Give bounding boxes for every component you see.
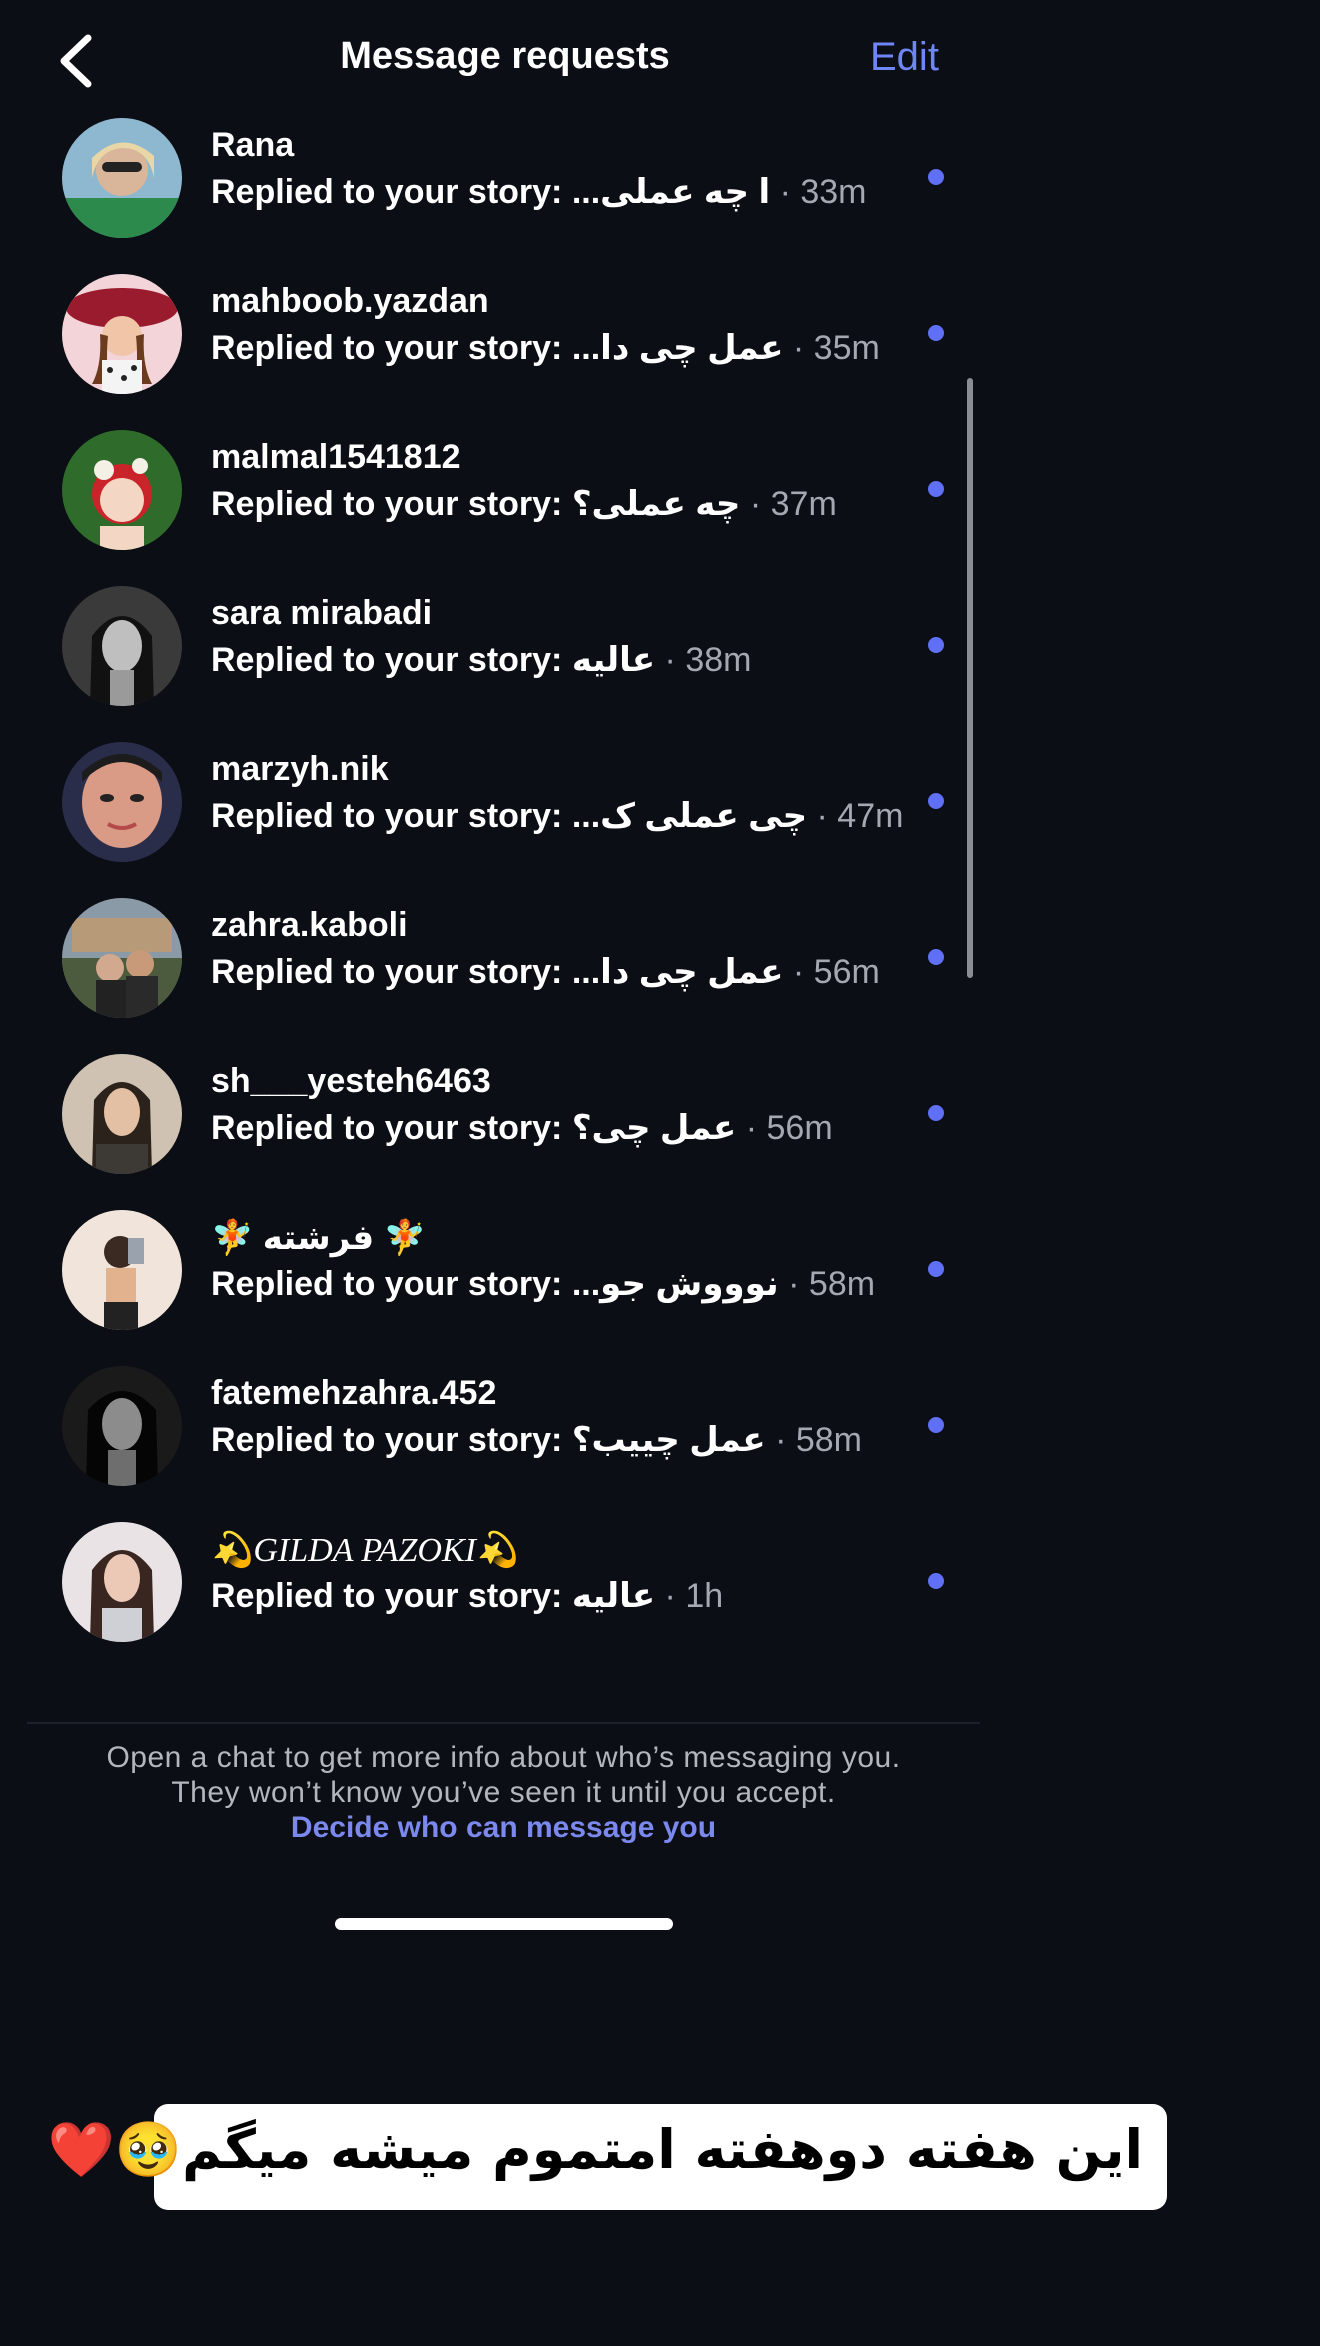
- edit-button[interactable]: Edit: [870, 35, 939, 80]
- caption-sticker: این هفته دوهفته امتموم میشه میگم🥹❤️: [48, 2104, 1167, 2210]
- footer-info-line-1: Open a chat to get more info about who’s…: [106, 1741, 901, 1774]
- avatar[interactable]: [62, 1054, 182, 1174]
- unread-dot: [928, 1261, 944, 1277]
- preview-time: · 37m: [749, 485, 837, 523]
- avatar[interactable]: [62, 274, 182, 394]
- request-username: malmal1541812: [211, 438, 461, 476]
- request-row[interactable]: Rana Replied to your story: ا چه عملی... …: [0, 100, 975, 256]
- request-username: Rana: [211, 126, 295, 164]
- preview-message: چه عملی؟: [571, 485, 741, 523]
- avatar[interactable]: [62, 1366, 182, 1486]
- preview-time: · 1h: [664, 1577, 724, 1615]
- request-username: sh___yesteh6463: [211, 1062, 491, 1100]
- scrollbar[interactable]: [967, 378, 973, 978]
- request-preview: Replied to your story: نوووش جو... · 58m: [211, 1264, 875, 1304]
- avatar[interactable]: [62, 1210, 182, 1330]
- preview-message: عمل چی؟: [571, 1109, 737, 1147]
- footer-info-line-2: They won’t know you’ve seen it until you…: [171, 1776, 836, 1809]
- preview-prefix: Replied to your story:: [211, 173, 563, 211]
- preview-time: · 58m: [788, 1265, 876, 1303]
- header-bar: Message requests Edit: [0, 0, 1000, 110]
- requests-list-viewport[interactable]: IYIReplied to your story: چه عملی ک... ·…: [0, 0, 1000, 1722]
- preview-prefix: Replied to your story:: [211, 329, 563, 367]
- request-preview: Replied to your story: عالیه · 38m: [211, 640, 751, 680]
- request-preview: Replied to your story: عمل چی؟ · 56m: [211, 1108, 833, 1148]
- preview-message: عالیه: [571, 1577, 656, 1615]
- preview-message: چی عملی ک...: [571, 797, 808, 835]
- unread-dot: [928, 481, 944, 497]
- preview-time: · 35m: [792, 329, 880, 367]
- avatar[interactable]: [62, 430, 182, 550]
- preview-prefix: Replied to your story:: [211, 1109, 563, 1147]
- home-indicator: [335, 1918, 673, 1930]
- request-preview: Replied to your story: ا چه عملی... · 33…: [211, 172, 867, 212]
- preview-prefix: Replied to your story:: [211, 641, 563, 679]
- request-row[interactable]: 🧚 فرشته 🧚 Replied to your story: نوووش جو…: [0, 1192, 975, 1348]
- unread-dot: [928, 949, 944, 965]
- preview-time: · 47m: [816, 797, 904, 835]
- avatar[interactable]: [62, 586, 182, 706]
- preview-prefix: Replied to your story:: [211, 1421, 563, 1459]
- request-row[interactable]: zahra.kaboli Replied to your story: عمل چ…: [0, 880, 975, 1036]
- preview-prefix: Replied to your story:: [211, 1265, 563, 1303]
- request-row[interactable]: mahboob.yazdan Replied to your story: عمل…: [0, 256, 975, 412]
- preview-prefix: Replied to your story:: [211, 797, 563, 835]
- request-row[interactable]: marzyh.nik Replied to your story: چی عملی…: [0, 724, 975, 880]
- request-username: mahboob.yazdan: [211, 282, 489, 320]
- preview-message: عمل چی دا...: [571, 953, 784, 991]
- unread-dot: [928, 637, 944, 653]
- request-preview: Replied to your story: چی عملی ک... · 47…: [211, 796, 903, 836]
- request-row[interactable]: fatemehzahra.452 Replied to your story: ع…: [0, 1348, 975, 1504]
- unread-dot: [928, 1573, 944, 1589]
- unread-dot: [928, 1417, 944, 1433]
- request-preview: Replied to your story: عالیه · 1h: [211, 1576, 723, 1616]
- request-username: marzyh.nik: [211, 750, 389, 788]
- decide-who-can-message-link[interactable]: Decide who can message you: [27, 1811, 980, 1845]
- preview-message: نوووش جو...: [571, 1265, 779, 1303]
- request-username: sara mirabadi: [211, 594, 433, 632]
- unread-dot: [928, 169, 944, 185]
- request-username: 💫GILDA PAZOKI💫: [211, 1532, 519, 1569]
- back-button[interactable]: [50, 32, 100, 90]
- request-username: 🧚 فرشته 🧚: [211, 1219, 426, 1257]
- unread-dot: [928, 793, 944, 809]
- avatar[interactable]: [62, 118, 182, 238]
- request-preview: Replied to your story: عمل چییب؟ · 58m: [211, 1420, 862, 1460]
- request-preview: Replied to your story: چه عملی؟ · 37m: [211, 484, 837, 524]
- caption-text: این هفته دوهفته امتموم میشه میگم🥹❤️: [47, 2118, 1143, 2181]
- avatar[interactable]: [62, 1522, 182, 1642]
- screen: IYIReplied to your story: چه عملی ک... ·…: [0, 0, 1320, 2346]
- preview-time: · 33m: [779, 173, 867, 211]
- preview-message: عمل چی دا...: [571, 329, 784, 367]
- preview-message: عالیه: [571, 641, 656, 679]
- avatar[interactable]: [62, 742, 182, 862]
- request-row[interactable]: sara mirabadi Replied to your story: عالی…: [0, 568, 975, 724]
- preview-time: · 56m: [792, 953, 880, 991]
- unread-dot: [928, 1105, 944, 1121]
- preview-time: · 38m: [664, 641, 752, 679]
- request-username: zahra.kaboli: [211, 906, 408, 944]
- request-row[interactable]: 💫GILDA PAZOKI💫 Replied to your story: عال…: [0, 1504, 975, 1660]
- request-row[interactable]: sh___yesteh6463 Replied to your story: عم…: [0, 1036, 975, 1192]
- request-username: fatemehzahra.452: [211, 1374, 497, 1412]
- unread-dot: [928, 325, 944, 341]
- preview-prefix: Replied to your story:: [211, 953, 563, 991]
- preview-prefix: Replied to your story:: [211, 1577, 563, 1615]
- preview-time: · 58m: [775, 1421, 862, 1459]
- chevron-left-icon: [60, 34, 92, 88]
- footer-divider: [27, 1722, 980, 1724]
- request-preview: Replied to your story: عمل چی دا... · 56…: [211, 952, 880, 992]
- preview-message: عمل چییب؟: [571, 1421, 766, 1459]
- avatar[interactable]: [62, 898, 182, 1018]
- preview-message: ا چه عملی...: [571, 173, 771, 211]
- page-title: Message requests: [340, 35, 670, 77]
- preview-prefix: Replied to your story:: [211, 485, 563, 523]
- preview-time: · 56m: [745, 1109, 833, 1147]
- request-row[interactable]: malmal1541812 Replied to your story: چه ع…: [0, 412, 975, 568]
- request-preview: Replied to your story: عمل چی دا... · 35…: [211, 328, 880, 368]
